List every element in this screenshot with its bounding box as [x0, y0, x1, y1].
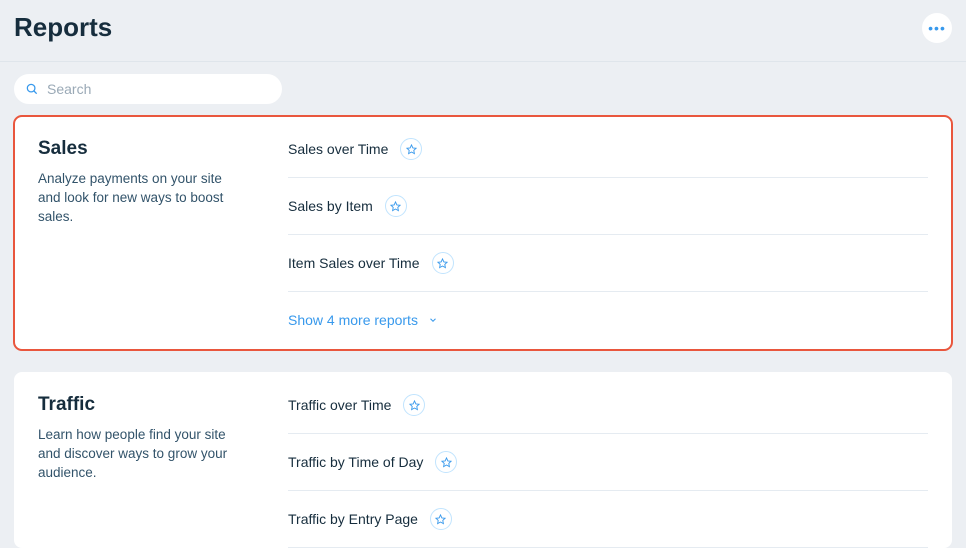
reports-list: Sales Analyze payments on your site and …	[0, 116, 966, 548]
section-title: Traffic	[38, 394, 240, 416]
report-row[interactable]: Traffic over Time	[288, 394, 928, 434]
report-row[interactable]: Sales over Time	[288, 138, 928, 178]
favorite-button[interactable]	[403, 394, 425, 416]
star-icon	[390, 201, 401, 212]
section-card-sales: Sales Analyze payments on your site and …	[14, 116, 952, 350]
star-icon	[406, 144, 417, 155]
section-description: Learn how people find your site and disc…	[38, 426, 240, 483]
favorite-button[interactable]	[385, 195, 407, 217]
report-label[interactable]: Traffic over Time	[288, 397, 391, 413]
show-more-button[interactable]: Show 4 more reports	[288, 292, 928, 350]
favorite-button[interactable]	[432, 252, 454, 274]
star-icon	[437, 258, 448, 269]
more-actions-button[interactable]: •••	[922, 13, 952, 43]
report-label[interactable]: Sales by Item	[288, 198, 373, 214]
page-title: Reports	[14, 12, 112, 43]
section-card-traffic: Traffic Learn how people find your site …	[14, 372, 952, 548]
search-icon	[25, 82, 39, 96]
star-icon	[435, 514, 446, 525]
search-field[interactable]	[14, 74, 282, 104]
report-label[interactable]: Traffic by Time of Day	[288, 454, 423, 470]
search-bar	[0, 62, 966, 116]
section-description: Analyze payments on your site and look f…	[38, 170, 240, 227]
favorite-button[interactable]	[435, 451, 457, 473]
star-icon	[441, 457, 452, 468]
report-row[interactable]: Sales by Item	[288, 178, 928, 235]
favorite-button[interactable]	[400, 138, 422, 160]
show-more-label: Show 4 more reports	[288, 312, 418, 328]
search-input[interactable]	[47, 81, 271, 97]
report-label[interactable]: Item Sales over Time	[288, 255, 420, 271]
ellipsis-icon: •••	[928, 21, 946, 35]
report-row[interactable]: Traffic by Entry Page	[288, 491, 928, 548]
section-title: Sales	[38, 138, 240, 160]
report-row[interactable]: Traffic by Time of Day	[288, 434, 928, 491]
chevron-down-icon	[428, 315, 438, 325]
star-icon	[409, 400, 420, 411]
report-label[interactable]: Traffic by Entry Page	[288, 511, 418, 527]
favorite-button[interactable]	[430, 508, 452, 530]
report-row[interactable]: Item Sales over Time	[288, 235, 928, 292]
page-header: Reports •••	[0, 0, 966, 62]
report-label[interactable]: Sales over Time	[288, 141, 388, 157]
